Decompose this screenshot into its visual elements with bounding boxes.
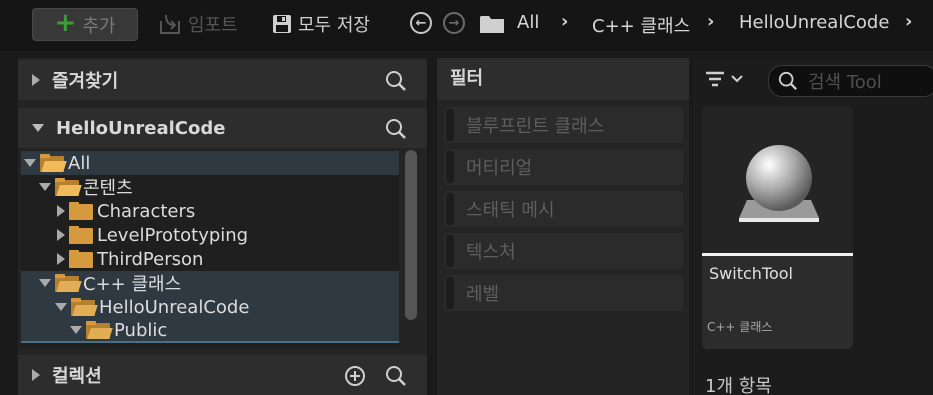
- breadcrumb-project[interactable]: HelloUnrealCode: [739, 12, 889, 33]
- favorites-label: 즐겨찾기: [52, 71, 119, 92]
- folder-icon: [69, 202, 93, 220]
- add-button-label: 추가: [82, 15, 116, 37]
- asset-tile-underline: [702, 253, 853, 256]
- tree-item-label: ThirdPerson: [97, 248, 204, 270]
- asset-view: 검색 Tool SwitchTool C++ 클래스 1개 항목: [693, 58, 933, 395]
- folder-open-icon: [40, 154, 67, 172]
- breadcrumb-chevron-icon[interactable]: ›: [707, 11, 714, 32]
- tree-item-all[interactable]: All: [21, 151, 399, 175]
- folder-icon: [69, 226, 93, 244]
- filter-level[interactable]: 레벨: [444, 275, 683, 311]
- tree-item-label: Public: [114, 319, 168, 341]
- folder-tree: All 콘텐츠 Characters LevelPrototyping Thir…: [21, 150, 399, 348]
- toolbar: + 추가 임포트 모두 저장 ← → All › C++ 클래스 › Hello…: [0, 0, 933, 50]
- tree-item-content[interactable]: 콘텐츠: [21, 175, 399, 199]
- tree-item-public[interactable]: Public: [21, 319, 399, 343]
- filter-static-mesh[interactable]: 스태틱 메시: [444, 191, 683, 227]
- collapse-arrow-icon: [24, 159, 36, 167]
- filter-item-label: 텍스처: [466, 242, 516, 263]
- tree-item-characters[interactable]: Characters: [21, 199, 399, 223]
- search-icon: [778, 71, 797, 90]
- collections-label: 컬렉션: [52, 366, 102, 387]
- asset-type: C++ 클래스: [707, 320, 773, 334]
- filter-texture[interactable]: 텍스처: [444, 233, 683, 269]
- save-all-label: 모두 저장: [298, 15, 370, 36]
- filter-color-bar: [446, 235, 454, 267]
- expand-arrow-icon: [57, 229, 65, 241]
- import-icon: [160, 14, 180, 34]
- collapse-arrow-icon: [39, 279, 51, 287]
- breadcrumb-chevron-icon[interactable]: ›: [905, 11, 912, 32]
- filter-color-bar: [446, 109, 454, 141]
- filter-item-label: 레벨: [466, 284, 500, 305]
- expand-arrow-icon: [57, 205, 65, 217]
- collapse-arrow-icon: [55, 303, 67, 311]
- search-icon[interactable]: [385, 70, 407, 92]
- tree-item-label: LevelPrototyping: [97, 224, 249, 246]
- collapse-arrow-icon: [70, 326, 82, 334]
- collapse-arrow-icon: [39, 183, 51, 191]
- filter-panel: 필터 블루프린트 클래스 머티리얼 스태틱 메시 텍스처 레벨: [437, 58, 689, 395]
- save-all-button[interactable]: 모두 저장: [272, 10, 370, 38]
- expand-arrow-icon: [57, 253, 65, 265]
- cpp-folder-open-icon: [71, 298, 98, 316]
- forward-arrow-icon[interactable]: →: [443, 12, 465, 34]
- import-label: 임포트: [188, 15, 238, 36]
- back-arrow-icon[interactable]: ←: [410, 12, 432, 34]
- tree-item-label: Characters: [97, 200, 196, 222]
- filter-item-label: 블루프린트 클래스: [466, 116, 605, 137]
- filter-icon: [706, 71, 724, 87]
- asset-search-input[interactable]: 검색 Tool: [768, 65, 933, 97]
- search-icon[interactable]: [385, 118, 407, 140]
- folder-icon: [69, 250, 93, 268]
- tree-item-label: All: [68, 152, 91, 174]
- plus-icon: +: [54, 8, 77, 38]
- project-label: HelloUnrealCode: [56, 117, 226, 139]
- save-icon: [273, 15, 291, 33]
- filter-dropdown-button[interactable]: [705, 70, 743, 88]
- filter-title: 필터: [437, 58, 689, 100]
- filter-color-bar: [446, 277, 454, 309]
- asset-name: SwitchTool: [709, 264, 793, 283]
- cpp-folder-open-icon: [86, 321, 113, 339]
- filter-item-label: 머티리얼: [466, 158, 533, 179]
- chevron-down-icon: [731, 75, 743, 83]
- search-placeholder: 검색 Tool: [808, 72, 882, 93]
- folder-open-icon: [55, 178, 82, 196]
- filter-blueprint-class[interactable]: 블루프린트 클래스: [444, 107, 683, 143]
- cpp-class-sphere-icon: [739, 145, 819, 222]
- tree-item-levelprototyping[interactable]: LevelPrototyping: [21, 223, 399, 247]
- breadcrumb-chevron-icon[interactable]: ›: [561, 11, 568, 32]
- filter-color-bar: [446, 151, 454, 183]
- breadcrumb-all[interactable]: All: [517, 12, 539, 33]
- add-button[interactable]: + 추가: [32, 8, 138, 41]
- collapse-arrow-icon: [32, 124, 44, 132]
- folder-icon[interactable]: [479, 14, 505, 34]
- favorites-header[interactable]: 즐겨찾기: [18, 60, 427, 100]
- asset-tile-switchtool[interactable]: SwitchTool: [702, 106, 853, 349]
- expand-arrow-icon: [32, 74, 40, 86]
- tree-item-cpp-classes[interactable]: C++ 클래스: [21, 271, 399, 295]
- tree-item-thirdperson[interactable]: ThirdPerson: [21, 247, 399, 271]
- import-button[interactable]: 임포트: [158, 10, 238, 38]
- filter-color-bar: [446, 193, 454, 225]
- tree-scrollbar[interactable]: [405, 150, 417, 320]
- tree-item-label: HelloUnrealCode: [99, 296, 250, 318]
- project-header[interactable]: HelloUnrealCode: [18, 108, 427, 148]
- tree-item-label: 콘텐츠: [83, 178, 133, 199]
- cpp-folder-open-icon: [55, 274, 82, 292]
- search-icon[interactable]: [385, 365, 407, 387]
- filter-item-label: 스태틱 메시: [466, 200, 555, 221]
- item-count: 1개 항목: [705, 376, 772, 395]
- asset-thumbnail: [702, 106, 853, 254]
- collections-header[interactable]: 컬렉션: [18, 355, 427, 395]
- expand-arrow-icon: [32, 369, 40, 381]
- tree-item-label: C++ 클래스: [83, 274, 182, 295]
- tree-item-hellounrealcode[interactable]: HelloUnrealCode: [21, 295, 399, 319]
- filter-material[interactable]: 머티리얼: [444, 149, 683, 185]
- sources-panel: 즐겨찾기 HelloUnrealCode All 콘텐츠 Characters: [18, 58, 427, 395]
- add-collection-icon[interactable]: [344, 365, 366, 387]
- breadcrumb-cpp-classes[interactable]: C++ 클래스: [592, 12, 690, 38]
